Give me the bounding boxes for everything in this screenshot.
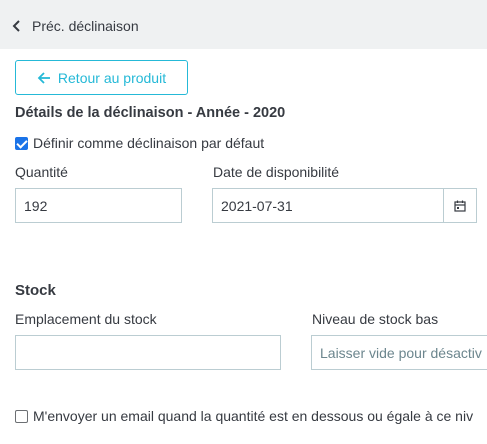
- quantity-label: Quantité: [15, 164, 68, 180]
- top-bar: Préc. déclinaison: [0, 0, 487, 49]
- calendar-icon: [454, 200, 466, 212]
- low-stock-email-row: M'envoyer un email quand la quantité est…: [15, 408, 473, 424]
- low-stock-level-input[interactable]: Laisser vide pour désactiv: [311, 335, 487, 370]
- low-stock-email-label[interactable]: M'envoyer un email quand la quantité est…: [33, 408, 473, 424]
- previous-combination-link[interactable]: Préc. déclinaison: [11, 17, 139, 35]
- chevron-left-icon: [12, 20, 20, 32]
- availability-date-label: Date de disponibilité: [213, 164, 340, 180]
- low-stock-level-label: Niveau de stock bas: [312, 311, 439, 327]
- stock-section-title: Stock: [15, 282, 56, 299]
- arrow-left-icon: [37, 71, 50, 84]
- default-combination-row: Définir comme déclinaison par défaut: [15, 135, 264, 151]
- quantity-input[interactable]: 192: [15, 188, 182, 223]
- low-stock-email-checkbox[interactable]: [15, 409, 28, 423]
- default-combination-checkbox[interactable]: [15, 136, 28, 150]
- calendar-button[interactable]: [443, 188, 477, 223]
- stock-location-input[interactable]: [15, 335, 281, 370]
- back-to-product-button[interactable]: Retour au produit: [15, 60, 188, 95]
- back-to-product-label: Retour au produit: [57, 69, 167, 86]
- availability-date-input[interactable]: 2021-07-31: [212, 188, 443, 223]
- previous-combination-label: Préc. déclinaison: [32, 18, 139, 34]
- default-combination-label[interactable]: Définir comme déclinaison par défaut: [33, 135, 264, 151]
- combination-details-title: Détails de la déclinaison - Année - 2020: [15, 105, 286, 121]
- stock-location-label: Emplacement du stock: [15, 311, 157, 327]
